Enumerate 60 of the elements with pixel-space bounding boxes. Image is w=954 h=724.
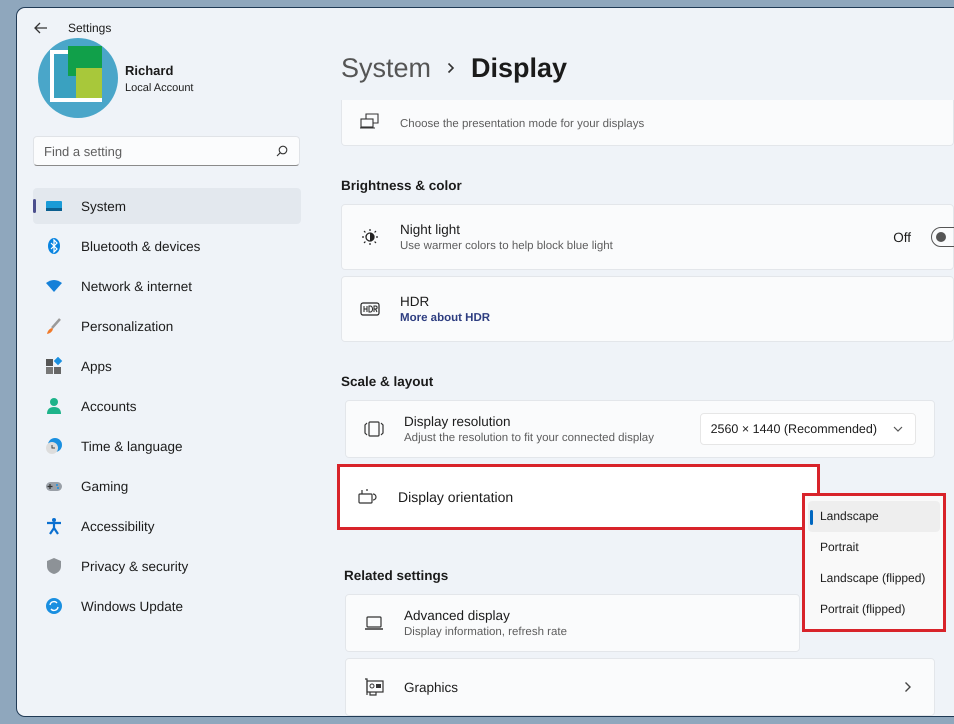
sidebar-item[interactable]: Bluetooth & devices	[33, 228, 301, 264]
setting-title: Display orientation	[398, 489, 514, 505]
shield-icon	[45, 557, 63, 575]
chevron-right-icon	[904, 681, 912, 693]
caret-icon	[893, 426, 903, 432]
section-heading: Related settings	[343, 566, 448, 585]
update-icon	[45, 597, 63, 615]
setting-title: Advanced display	[404, 608, 510, 623]
breadcrumb-parent[interactable]: System	[341, 52, 432, 84]
avatar-logo-icon	[38, 38, 118, 118]
sidebar-item[interactable]: Gaming	[33, 468, 301, 504]
section-heading: Scale & layout	[341, 372, 434, 391]
setting-title: Display resolution	[404, 414, 511, 429]
settings-card[interactable]: Graphics	[345, 658, 935, 716]
access-icon	[45, 517, 63, 535]
settings-card[interactable]: Display resolution Adjust the resolution to fit your connected display 2560 × 1440 (Recommended)	[345, 400, 935, 458]
sidebar-item[interactable]: System	[33, 188, 301, 224]
hdr-icon	[360, 300, 380, 318]
clock-icon	[45, 437, 63, 455]
search-field[interactable]: Find a setting	[33, 136, 300, 166]
search-icon	[276, 145, 288, 157]
menu-option[interactable]: Landscape (flipped)	[808, 562, 940, 594]
sidebar-item[interactable]: Personalization	[33, 308, 301, 344]
page-title: Display	[471, 52, 568, 84]
sidebar-item[interactable]: Accessibility	[33, 508, 301, 544]
setting-title: Graphics	[404, 680, 458, 694]
setting-description: Adjust the resolution to fit your connected display	[404, 432, 654, 444]
setting-description: Use warmer colors to help block blue light	[400, 240, 613, 252]
laptop-icon	[364, 614, 384, 632]
setting-description: Choose the presentation mode for your displays	[400, 118, 644, 130]
sidebar-item[interactable]: Windows Update	[33, 588, 301, 624]
settings-card[interactable]: HDR More about HDR	[341, 276, 954, 342]
sidebar-item[interactable]: Accounts	[33, 388, 301, 424]
setting-description: Display information, refresh rate	[404, 626, 567, 638]
window-title: Settings	[68, 21, 112, 35]
settings-card[interactable]: Choose the presentation mode for your displays	[341, 100, 954, 146]
setting-title: HDR	[400, 294, 430, 309]
settings-card[interactable]: Advanced display Display information, refresh rate	[345, 594, 800, 652]
back-arrow-icon[interactable]	[34, 22, 48, 34]
settings-card[interactable]: Night light Use warmer colors to help block blue light Off	[341, 204, 954, 270]
settings-card[interactable]: Display orientation	[337, 464, 820, 530]
person-icon	[45, 397, 63, 415]
sidebar-item[interactable]: Privacy & security	[33, 548, 301, 584]
brush-icon	[45, 317, 63, 335]
account-name: Richard	[125, 62, 174, 78]
learn-more-link[interactable]: More about HDR	[400, 312, 490, 324]
section-heading: Brightness & color	[341, 176, 462, 195]
setting-title: Night light	[400, 222, 460, 237]
resolution-dropdown[interactable]: 2560 × 1440 (Recommended)	[700, 413, 916, 445]
toggle-state-text: Off	[893, 230, 911, 244]
chevron-right-icon	[447, 62, 456, 74]
sidebar-item[interactable]: Network & internet	[33, 268, 301, 304]
sidebar-item[interactable]: Apps	[33, 348, 301, 384]
gpu-icon	[364, 678, 384, 696]
sidebar-item[interactable]: Time & language	[33, 428, 301, 464]
menu-option[interactable]: Portrait	[808, 532, 940, 562]
menu-option[interactable]: Landscape	[808, 501, 940, 532]
menu-option[interactable]: Portrait (flipped)	[808, 593, 940, 624]
account-type: Local Account	[125, 82, 194, 94]
sun-icon	[360, 228, 380, 246]
